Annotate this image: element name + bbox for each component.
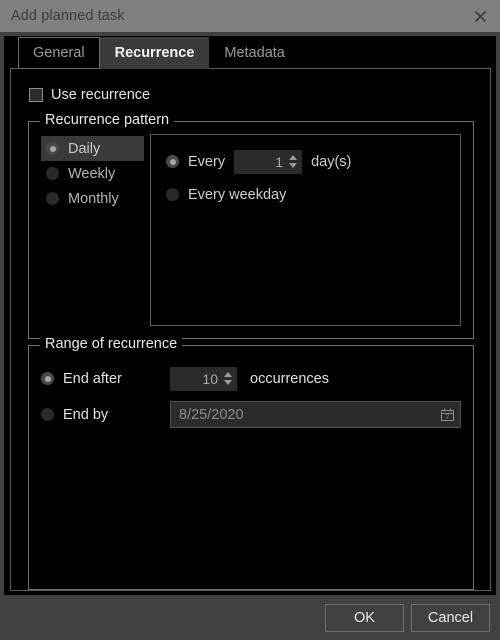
dialog-footer: OK Cancel [0, 595, 500, 640]
calendar-icon[interactable]: 7 [441, 408, 454, 421]
interval-value: 1 [275, 153, 284, 170]
radio-end-after-icon[interactable] [41, 372, 54, 385]
radio-every-weekday-icon [166, 188, 179, 201]
radio-every-icon[interactable] [166, 155, 179, 168]
checkbox-unchecked-icon [29, 88, 43, 102]
recurrence-pattern-group: Recurrence pattern Daily Weekly Monthly … [28, 112, 474, 339]
daily-pattern-panel: Every 1 day(s) Every weekday [150, 134, 461, 326]
close-icon[interactable] [460, 0, 500, 32]
title-bar: Add planned task [0, 0, 500, 32]
occurrences-value: 10 [202, 370, 218, 387]
interval-unit-label: day(s) [311, 153, 352, 170]
end-by-date-value: 8/25/2020 [179, 406, 244, 423]
cancel-button[interactable]: Cancel [411, 603, 490, 632]
cancel-button-label: Cancel [427, 609, 474, 626]
tab-strip: General Recurrence Metadata [4, 36, 496, 69]
use-recurrence-checkbox[interactable]: Use recurrence [29, 85, 480, 105]
frequency-option-daily[interactable]: Daily [41, 136, 144, 161]
end-by-label: End by [63, 406, 109, 423]
tab-recurrence[interactable]: Recurrence [99, 37, 210, 69]
end-by-row: End by 8/25/2020 7 [41, 400, 461, 429]
frequency-option-daily-label: Daily [68, 140, 101, 157]
frequency-option-weekly-label: Weekly [68, 165, 116, 182]
every-weekday-label: Every weekday [188, 186, 287, 203]
radio-monthly-icon [46, 192, 59, 205]
tab-metadata-label: Metadata [224, 45, 285, 61]
every-radio-label: Every [188, 153, 226, 170]
spin-down-icon[interactable] [289, 163, 298, 168]
end-after-label: End after [63, 370, 122, 387]
tab-general-label: General [33, 45, 85, 61]
window-title: Add planned task [11, 8, 125, 24]
spin-up-icon[interactable] [224, 372, 232, 377]
recurrence-pattern-content: Daily Weekly Monthly Every 1 day(s) Ever… [29, 122, 473, 338]
tab-host: General Recurrence Metadata Use recurren… [4, 36, 496, 595]
dialog-body: General Recurrence Metadata Use recurren… [0, 32, 500, 595]
occurrences-spin-arrows-icon[interactable] [224, 372, 232, 385]
every-weekday-row[interactable]: Every weekday [166, 181, 460, 208]
radio-weekly-icon [46, 167, 59, 180]
range-of-recurrence-content: End after 10 occurrences End by 8/25/202… [29, 346, 473, 429]
recurrence-pattern-title: Recurrence pattern [40, 112, 175, 128]
spin-down-icon[interactable] [224, 380, 232, 385]
range-of-recurrence-title: Range of recurrence [40, 336, 183, 352]
tab-general[interactable]: General [18, 37, 100, 69]
every-interval-row: Every 1 day(s) [166, 148, 460, 175]
frequency-option-monthly[interactable]: Monthly [41, 186, 144, 211]
occurrences-stepper[interactable]: 10 [170, 366, 237, 391]
frequency-option-weekly[interactable]: Weekly [41, 161, 144, 186]
spin-up-icon[interactable] [289, 155, 298, 160]
interval-stepper[interactable]: 1 [234, 149, 303, 174]
end-after-row: End after 10 occurrences [41, 364, 461, 393]
frequency-option-list: Daily Weekly Monthly [41, 134, 144, 326]
recurrence-tab-page: Use recurrence Recurrence pattern Daily [10, 68, 491, 591]
use-recurrence-label: Use recurrence [51, 87, 151, 103]
interval-spin-arrows-icon[interactable] [289, 155, 298, 168]
add-planned-task-dialog: Add planned task General Recurrence Meta… [0, 0, 500, 640]
occurrences-unit-label: occurrences [250, 370, 329, 387]
end-by-date-input[interactable]: 8/25/2020 7 [170, 401, 461, 428]
ok-button[interactable]: OK [325, 603, 404, 632]
ok-button-label: OK [354, 609, 375, 626]
radio-end-by-icon[interactable] [41, 408, 54, 421]
range-of-recurrence-group: Range of recurrence End after 10 occurre… [28, 336, 474, 590]
tab-recurrence-label: Recurrence [114, 45, 195, 61]
radio-daily-icon [46, 142, 59, 155]
frequency-option-monthly-label: Monthly [68, 190, 119, 207]
tab-metadata[interactable]: Metadata [209, 37, 299, 69]
